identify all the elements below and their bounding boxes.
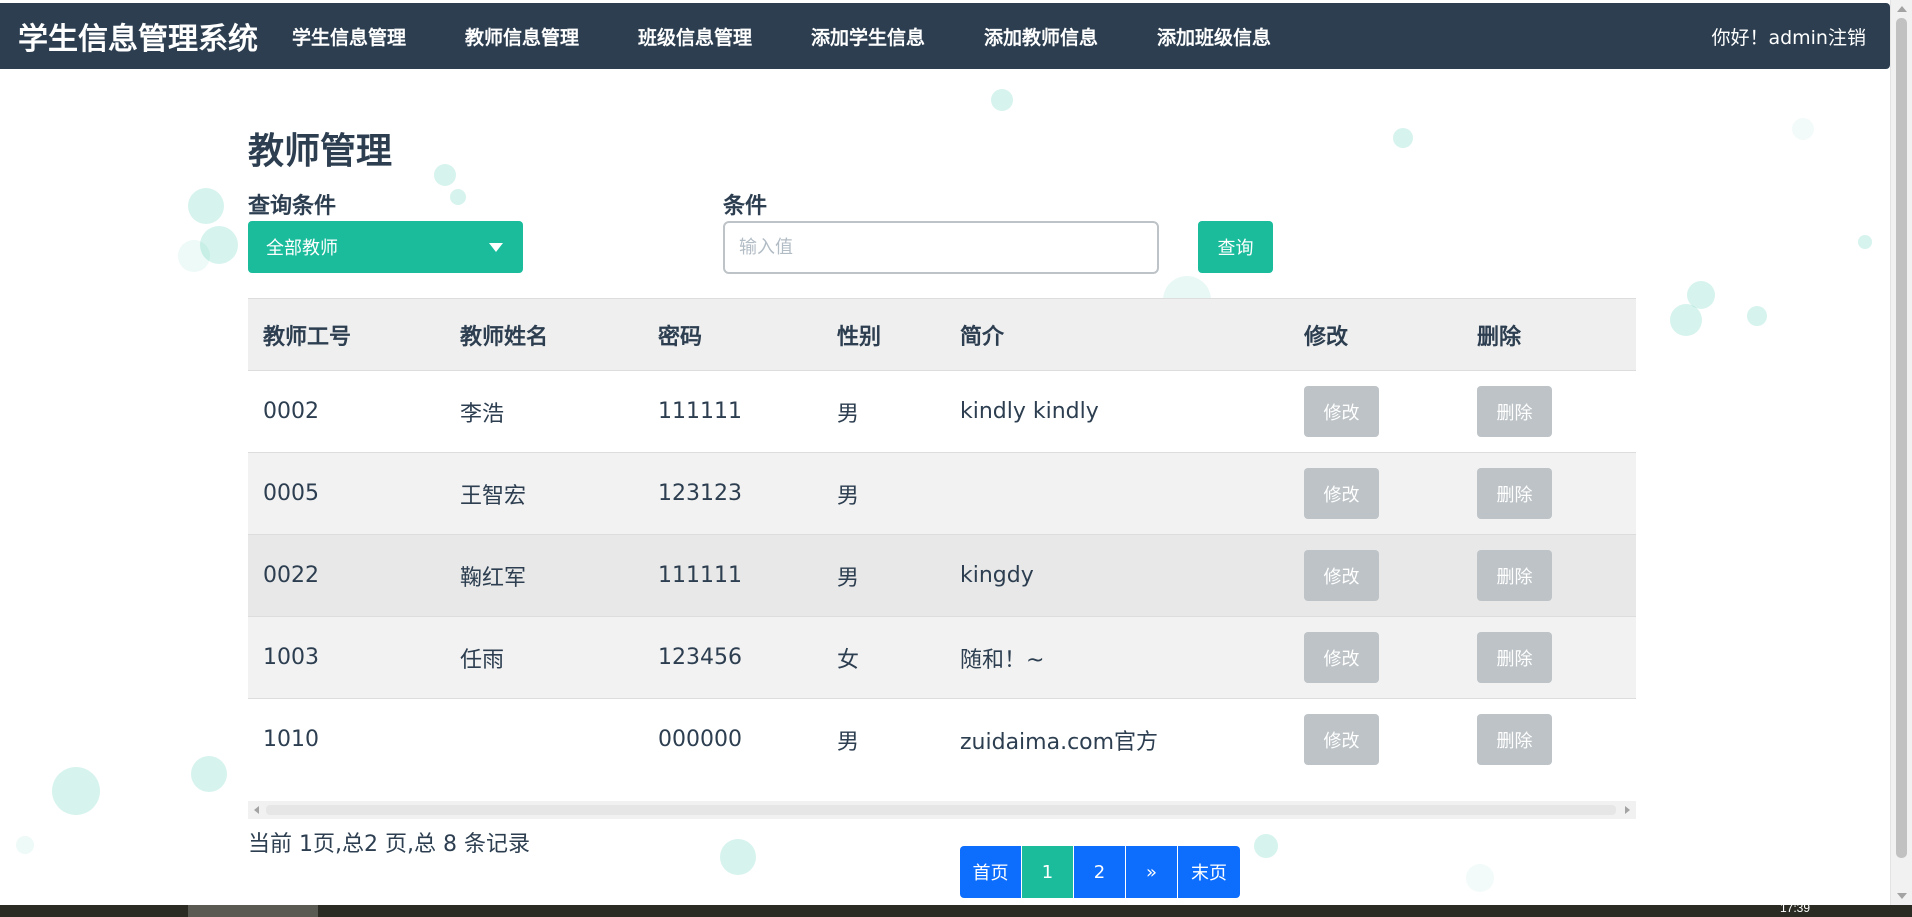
edit-button[interactable]: 修改	[1304, 550, 1379, 601]
table-row: 0022 鞠红军 111111 男 kingdy 修改 删除	[248, 534, 1636, 616]
page-title: 教师管理	[248, 131, 393, 172]
user-area: 你好！admin 注销	[1711, 3, 1866, 69]
nav-student-info[interactable]: 学生信息管理	[292, 23, 465, 50]
cell-gender: 男	[837, 729, 860, 755]
delete-button[interactable]: 删除	[1477, 468, 1552, 519]
header-teacher-id: 教师工号	[263, 324, 352, 350]
cell-password: 123456	[658, 645, 742, 670]
cell-password: 000000	[658, 727, 742, 752]
pagination: 首页 1 2 » 末页	[960, 846, 1240, 898]
cell-gender: 男	[837, 565, 860, 591]
page-1-button[interactable]: 1	[1022, 846, 1074, 898]
nav-links: 学生信息管理 教师信息管理 班级信息管理 添加学生信息 添加教师信息 添加班级信…	[292, 23, 1330, 50]
cell-gender: 男	[837, 483, 860, 509]
table-horizontal-scrollbar[interactable]	[248, 801, 1636, 819]
scroll-left-icon[interactable]	[254, 806, 259, 814]
search-input[interactable]	[723, 221, 1159, 274]
scroll-down-icon[interactable]	[1897, 893, 1907, 899]
cell-password: 111111	[658, 563, 742, 588]
edit-button[interactable]: 修改	[1304, 468, 1379, 519]
condition-select[interactable]: 全部教师	[248, 221, 523, 273]
header-teacher-name: 教师姓名	[460, 324, 549, 350]
cell-teacher-id: 0005	[263, 481, 319, 506]
nav-add-class[interactable]: 添加班级信息	[1157, 23, 1330, 50]
page-2-button[interactable]: 2	[1074, 846, 1126, 898]
cell-teacher-name: 李浩	[460, 401, 505, 427]
scroll-thumb[interactable]	[1896, 18, 1907, 858]
cell-bio: 随和！~	[960, 647, 1045, 673]
nav-add-teacher[interactable]: 添加教师信息	[984, 23, 1157, 50]
edit-button[interactable]: 修改	[1304, 714, 1379, 765]
table-row: 1003 任雨 123456 女 随和！~ 修改 删除	[248, 616, 1636, 698]
page-vertical-scrollbar[interactable]	[1890, 0, 1912, 905]
table-row: 1010 000000 男 zuidaima.com官方 修改 删除	[248, 698, 1636, 780]
edit-button[interactable]: 修改	[1304, 386, 1379, 437]
cell-bio: kindly kindly	[960, 399, 1099, 424]
cell-teacher-id: 1010	[263, 727, 319, 752]
query-button[interactable]: 查询	[1198, 221, 1273, 273]
teacher-table: 教师工号 教师姓名 密码 性别 简介 修改 删除 0002 李浩 111111 …	[248, 298, 1636, 780]
table-header: 教师工号 教师姓名 密码 性别 简介 修改 删除	[248, 298, 1636, 370]
scroll-up-icon[interactable]	[1897, 6, 1907, 12]
delete-button[interactable]: 删除	[1477, 714, 1552, 765]
condition-label: 查询条件	[248, 194, 337, 219]
page-next-button[interactable]: »	[1126, 846, 1178, 898]
page-first-button[interactable]: 首页	[960, 846, 1022, 898]
caret-down-icon	[489, 243, 503, 252]
brand-title[interactable]: 学生信息管理系统	[0, 14, 292, 58]
logout-link[interactable]: 注销	[1828, 23, 1866, 50]
cell-bio: zuidaima.com官方	[960, 729, 1159, 755]
cell-teacher-id: 0002	[263, 399, 319, 424]
condition-select-value: 全部教师	[266, 238, 338, 259]
delete-button[interactable]: 删除	[1477, 632, 1552, 683]
cell-teacher-id: 0022	[263, 563, 319, 588]
taskbar-active-app[interactable]	[188, 905, 318, 917]
scroll-thumb[interactable]	[266, 805, 1616, 815]
nav-class-info[interactable]: 班级信息管理	[638, 23, 811, 50]
taskbar-clock: 17:39	[1780, 901, 1811, 915]
table-row: 0005 王智宏 123123 男 修改 删除	[248, 452, 1636, 534]
cell-password: 111111	[658, 399, 742, 424]
cell-gender: 男	[837, 401, 860, 427]
header-delete: 删除	[1477, 324, 1522, 350]
cell-gender: 女	[837, 647, 860, 673]
nav-teacher-info[interactable]: 教师信息管理	[465, 23, 638, 50]
cell-password: 123123	[658, 481, 742, 506]
cell-teacher-name: 鞠红军	[460, 565, 527, 591]
header-bio: 简介	[960, 324, 1005, 350]
user-greeting: 你好！admin	[1711, 26, 1828, 49]
header-edit: 修改	[1304, 324, 1349, 350]
header-password: 密码	[658, 324, 703, 350]
cell-teacher-id: 1003	[263, 645, 319, 670]
edit-button[interactable]: 修改	[1304, 632, 1379, 683]
scroll-right-icon[interactable]	[1625, 806, 1630, 814]
page-last-button[interactable]: 末页	[1178, 846, 1240, 898]
cell-teacher-name: 任雨	[460, 647, 505, 673]
delete-button[interactable]: 删除	[1477, 550, 1552, 601]
cell-teacher-name: 王智宏	[460, 483, 527, 509]
records-summary: 当前 1页,总2 页,总 8 条记录	[248, 832, 530, 857]
header-gender: 性别	[837, 324, 882, 350]
table-row: 0002 李浩 111111 男 kindly kindly 修改 删除	[248, 370, 1636, 452]
delete-button[interactable]: 删除	[1477, 386, 1552, 437]
value-label: 条件	[723, 194, 768, 219]
cell-bio: kingdy	[960, 563, 1034, 588]
nav-add-student[interactable]: 添加学生信息	[811, 23, 984, 50]
os-taskbar: 17:39	[0, 901, 1912, 917]
top-navbar: 学生信息管理系统 学生信息管理 教师信息管理 班级信息管理 添加学生信息 添加教…	[0, 3, 1890, 69]
